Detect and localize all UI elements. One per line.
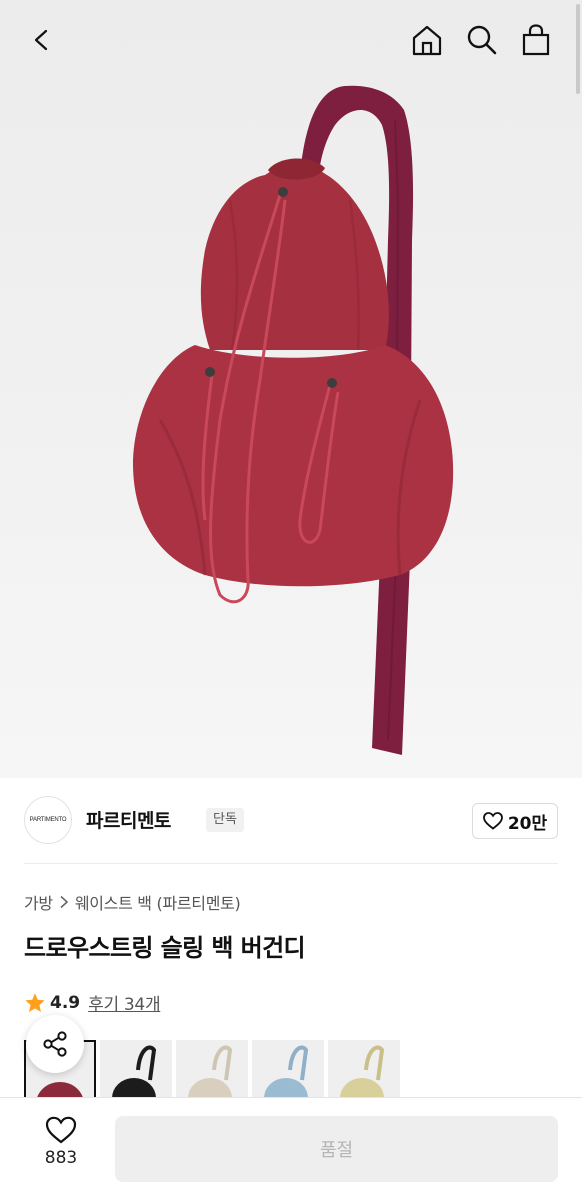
share-button[interactable] <box>26 1015 84 1073</box>
rating-row: 4.9 후기 34개 <box>24 990 161 1015</box>
color-option-black[interactable] <box>100 1040 172 1100</box>
star-icon <box>25 992 45 1012</box>
sold-out-button[interactable]: 품절 <box>115 1116 558 1182</box>
brand-like-count: 20만 <box>507 813 548 834</box>
brand-row: PARTIMENTO 파르티멘토 단독 20만 <box>24 796 558 846</box>
thumb-image <box>176 1040 248 1100</box>
back-button[interactable] <box>22 18 62 62</box>
home-icon <box>412 25 442 56</box>
toggle <box>278 187 288 197</box>
brand-logo-text: PARTIMENTO <box>29 817 67 823</box>
breadcrumb-category[interactable]: 가방 <box>24 890 53 914</box>
color-option-butter[interactable] <box>328 1040 400 1100</box>
heart-icon <box>45 1116 77 1144</box>
bottom-action-bar: 883 품절 <box>0 1097 582 1200</box>
top-navigation <box>0 0 582 80</box>
wishlist-button[interactable]: 883 <box>22 1116 100 1180</box>
chevron-right-icon <box>60 895 69 909</box>
chevron-left-icon <box>34 29 48 51</box>
home-button[interactable] <box>407 18 447 62</box>
heart-icon <box>482 812 503 830</box>
thumb-image <box>100 1040 172 1100</box>
breadcrumb: 가방 웨이스트 백 (파르티멘토) <box>24 890 241 914</box>
wishlist-count: 883 <box>44 1148 78 1168</box>
bag-illustration <box>132 85 454 755</box>
product-image[interactable] <box>0 0 582 778</box>
brand-name[interactable]: 파르티멘토 <box>86 806 171 833</box>
search-icon <box>467 25 497 55</box>
exclusive-badge: 단독 <box>206 808 244 832</box>
rating-score: 4.9 <box>50 992 81 1013</box>
cart-button[interactable] <box>516 18 556 62</box>
bag-upper <box>200 165 389 350</box>
share-icon <box>43 1031 67 1057</box>
color-option-light-blue[interactable] <box>252 1040 324 1100</box>
thumb-image <box>252 1040 324 1100</box>
brand-like-button[interactable]: 20만 <box>472 803 558 839</box>
product-title: 드로우스트링 슬링 백 버건디 <box>24 934 306 962</box>
search-button[interactable] <box>462 18 502 62</box>
shopping-bag-icon <box>522 24 550 56</box>
color-option-beige[interactable] <box>176 1040 248 1100</box>
thumb-image <box>328 1040 400 1100</box>
divider <box>24 863 558 864</box>
breadcrumb-subcategory[interactable]: 웨이스트 백 (파르티멘토) <box>75 890 241 914</box>
brand-logo[interactable]: PARTIMENTO <box>24 796 72 844</box>
review-link[interactable]: 후기 34개 <box>88 990 160 1015</box>
